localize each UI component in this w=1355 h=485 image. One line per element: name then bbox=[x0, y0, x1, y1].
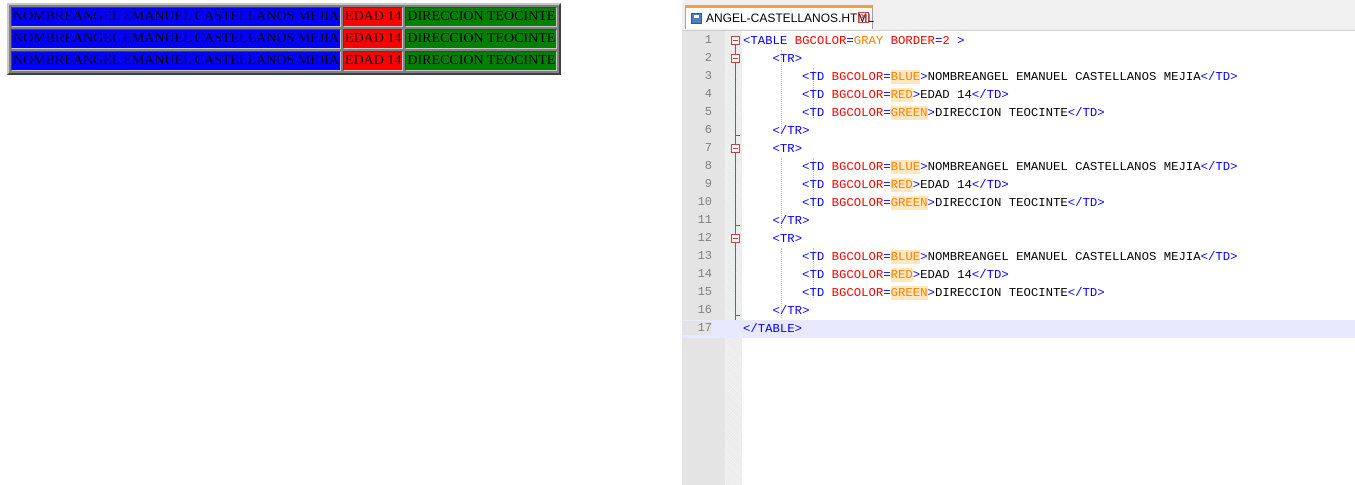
code-text: </TABLE> bbox=[743, 322, 803, 336]
code-line: 8 <TD BGCOLOR=BLUE>NOMBREANGEL EMANUEL C… bbox=[682, 158, 1355, 176]
line-number: 6 bbox=[704, 123, 712, 137]
line-number: 13 bbox=[697, 249, 712, 263]
code-text: <TABLE BGCOLOR=GRAY BORDER=2 > bbox=[743, 34, 965, 48]
code-line: 11 </TR> bbox=[682, 212, 1355, 230]
code-area[interactable]: 1 <TABLE BGCOLOR=GRAY BORDER=2 > 2 <TR> … bbox=[682, 31, 1355, 485]
tab-label: ANGEL-CASTELLANOS.HTML bbox=[706, 11, 875, 25]
code-editor-window: ANGEL-CASTELLANOS.HTML × 1 <TABLE BGCOLO… bbox=[676, 0, 1355, 485]
code-line: 14 <TD BGCOLOR=RED>EDAD 14</TD> bbox=[682, 266, 1355, 284]
line-number: 14 bbox=[697, 267, 712, 281]
cell-age: EDAD 14 bbox=[343, 51, 404, 71]
code-text: </TR> bbox=[772, 214, 810, 228]
line-number: 2 bbox=[704, 51, 712, 65]
code-text: <TR> bbox=[772, 52, 803, 66]
cell-name: NOMBREANGEL EMANUEL CASTELLANOS MEJIA bbox=[11, 29, 342, 49]
line-number: 12 bbox=[697, 231, 712, 245]
browser-preview: NOMBREANGEL EMANUEL CASTELLANOS MEJIA ED… bbox=[0, 0, 676, 485]
cell-age: EDAD 14 bbox=[343, 7, 404, 27]
code-text: <TD BGCOLOR=RED>EDAD 14</TD> bbox=[802, 178, 1009, 192]
code-line: 15 <TD BGCOLOR=GREEN>DIRECCION TEOCINTE<… bbox=[682, 284, 1355, 302]
code-text: <TR> bbox=[772, 142, 803, 156]
code-line: 5 <TD BGCOLOR=GREEN>DIRECCION TEOCINTE</… bbox=[682, 104, 1355, 122]
line-number: 4 bbox=[704, 87, 712, 101]
tab-angel-castellanos-html[interactable]: ANGEL-CASTELLANOS.HTML × bbox=[685, 5, 875, 29]
fold-toggle-icon[interactable] bbox=[731, 54, 740, 63]
line-number: 16 bbox=[697, 303, 712, 317]
saved-file-icon bbox=[691, 13, 702, 24]
code-text: <TD BGCOLOR=GREEN>DIRECCION TEOCINTE</TD… bbox=[802, 286, 1105, 300]
code-line: 13 <TD BGCOLOR=BLUE>NOMBREANGEL EMANUEL … bbox=[682, 248, 1355, 266]
code-line-current: 17 </TABLE> bbox=[682, 320, 1355, 338]
code-line: 1 <TABLE BGCOLOR=GRAY BORDER=2 > bbox=[682, 32, 1355, 50]
code-line: 7 <TR> bbox=[682, 140, 1355, 158]
cell-age: EDAD 14 bbox=[343, 29, 404, 49]
line-number: 5 bbox=[704, 105, 712, 119]
code-line: 4 <TD BGCOLOR=RED>EDAD 14</TD> bbox=[682, 86, 1355, 104]
table-row: NOMBREANGEL EMANUEL CASTELLANOS MEJIA ED… bbox=[11, 29, 558, 49]
line-number: 7 bbox=[704, 141, 712, 155]
line-number: 1 bbox=[704, 33, 712, 47]
cell-address: DIRECCION TEOCINTE bbox=[405, 7, 558, 27]
line-number: 9 bbox=[704, 177, 712, 191]
line-number: 10 bbox=[697, 195, 712, 209]
code-text: </TR> bbox=[772, 124, 810, 138]
code-text: <TD BGCOLOR=GREEN>DIRECCION TEOCINTE</TD… bbox=[802, 196, 1105, 210]
code-text: <TR> bbox=[772, 232, 803, 246]
code-text: <TD BGCOLOR=RED>EDAD 14</TD> bbox=[802, 88, 1009, 102]
cell-address: DIRECCION TEOCINTE bbox=[405, 51, 558, 71]
table-row: NOMBREANGEL EMANUEL CASTELLANOS MEJIA ED… bbox=[11, 51, 558, 71]
code-line: 2 <TR> bbox=[682, 50, 1355, 68]
code-line: 6 </TR> bbox=[682, 122, 1355, 140]
line-number: 15 bbox=[697, 285, 712, 299]
active-tab-indicator bbox=[685, 5, 873, 8]
code-text: <TD BGCOLOR=GREEN>DIRECCION TEOCINTE</TD… bbox=[802, 106, 1105, 120]
code-line: 9 <TD BGCOLOR=RED>EDAD 14</TD> bbox=[682, 176, 1355, 194]
code-line: 10 <TD BGCOLOR=GREEN>DIRECCION TEOCINTE<… bbox=[682, 194, 1355, 212]
code-text: <TD BGCOLOR=BLUE>NOMBREANGEL EMANUEL CAS… bbox=[802, 70, 1238, 84]
code-text: <TD BGCOLOR=RED>EDAD 14</TD> bbox=[802, 268, 1009, 282]
code-text: </TR> bbox=[772, 304, 810, 318]
cell-name: NOMBREANGEL EMANUEL CASTELLANOS MEJIA bbox=[11, 51, 342, 71]
rendered-table: NOMBREANGEL EMANUEL CASTELLANOS MEJIA ED… bbox=[7, 3, 562, 75]
close-tab-icon[interactable]: × bbox=[858, 12, 869, 23]
fold-toggle-icon[interactable] bbox=[731, 234, 740, 243]
code-line: 12 <TR> bbox=[682, 230, 1355, 248]
tab-bar: ANGEL-CASTELLANOS.HTML × bbox=[682, 0, 1355, 31]
cell-name: NOMBREANGEL EMANUEL CASTELLANOS MEJIA bbox=[11, 7, 342, 27]
code-lines: 1 <TABLE BGCOLOR=GRAY BORDER=2 > 2 <TR> … bbox=[682, 32, 1355, 338]
code-text: <TD BGCOLOR=BLUE>NOMBREANGEL EMANUEL CAS… bbox=[802, 160, 1238, 174]
line-number: 17 bbox=[682, 321, 712, 335]
cell-address: DIRECCION TEOCINTE bbox=[405, 29, 558, 49]
line-number: 8 bbox=[704, 159, 712, 173]
fold-toggle-icon[interactable] bbox=[731, 36, 740, 45]
code-line: 3 <TD BGCOLOR=BLUE>NOMBREANGEL EMANUEL C… bbox=[682, 68, 1355, 86]
line-number: 11 bbox=[697, 213, 712, 227]
table-row: NOMBREANGEL EMANUEL CASTELLANOS MEJIA ED… bbox=[11, 7, 558, 27]
fold-toggle-icon[interactable] bbox=[731, 144, 740, 153]
line-number: 3 bbox=[704, 69, 712, 83]
code-text: <TD BGCOLOR=BLUE>NOMBREANGEL EMANUEL CAS… bbox=[802, 250, 1238, 264]
code-line: 16 </TR> bbox=[682, 302, 1355, 320]
